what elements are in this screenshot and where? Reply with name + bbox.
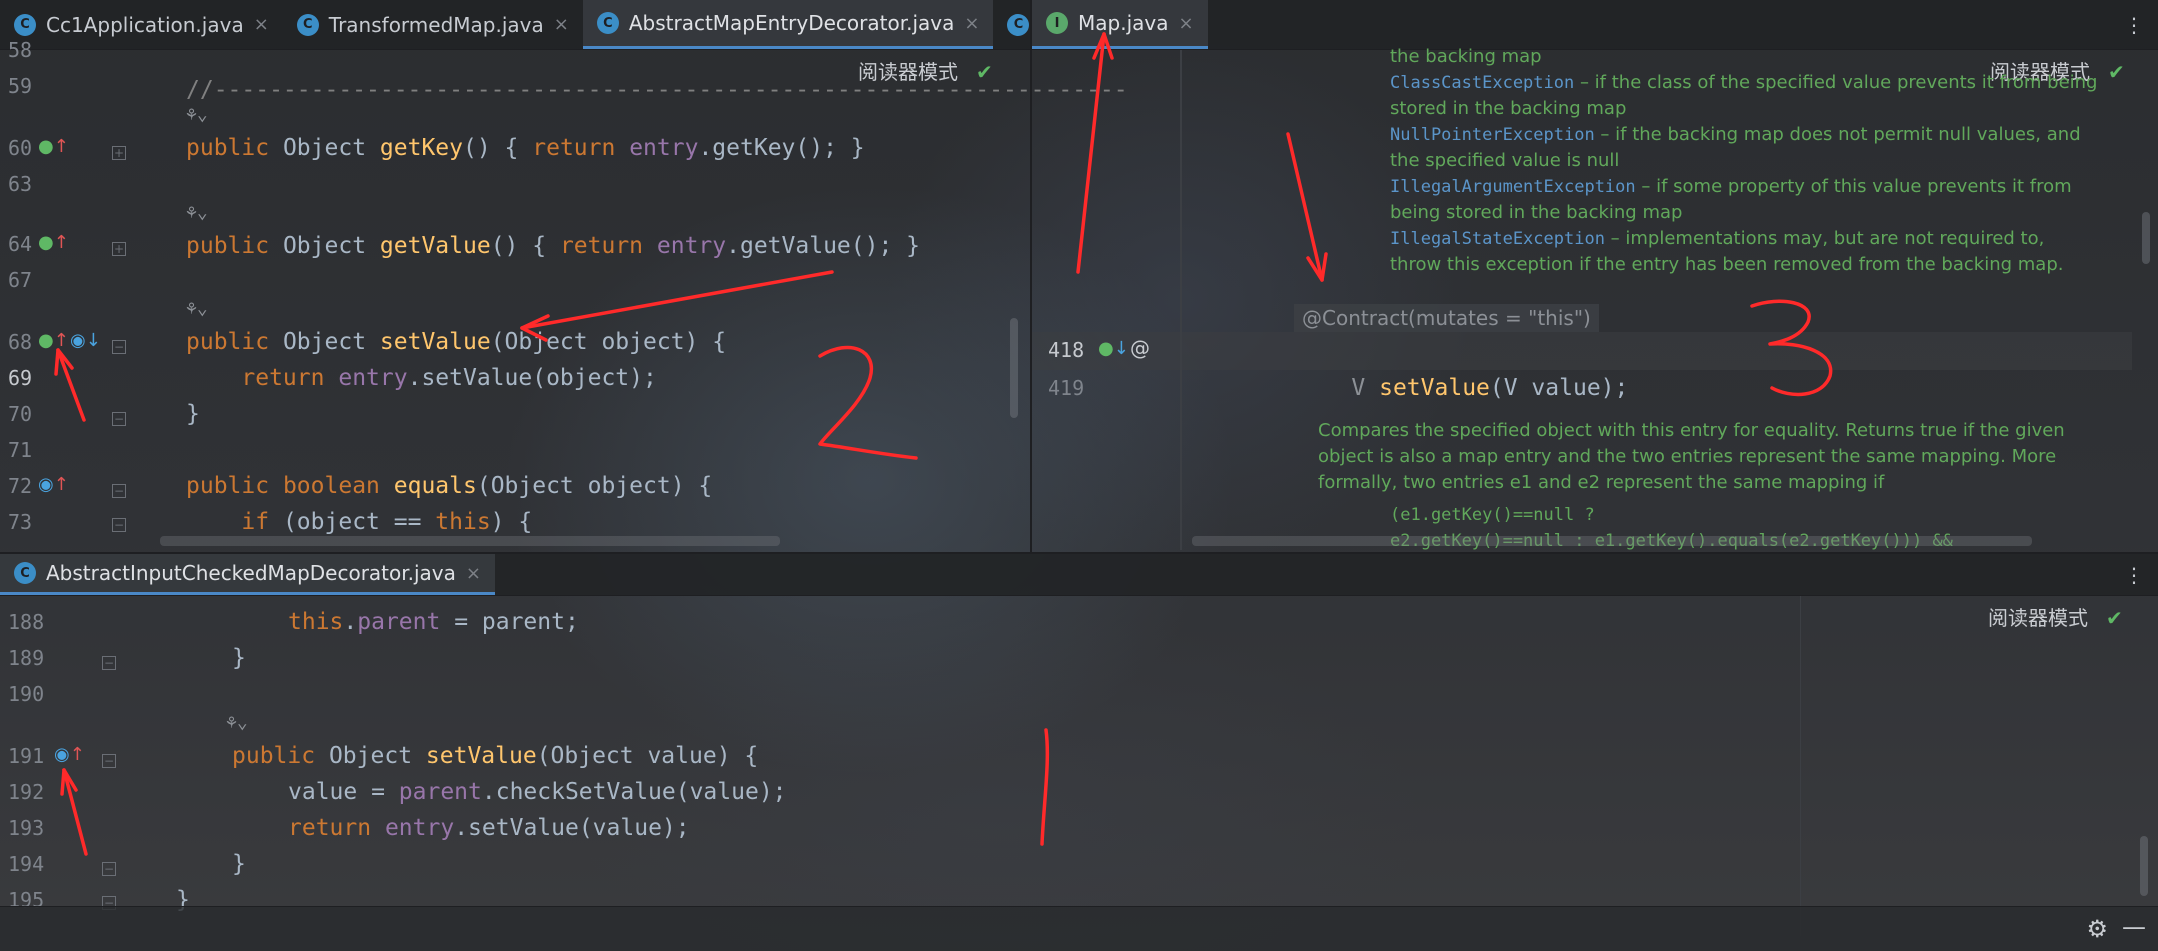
tab-tools: ⋮ bbox=[2124, 0, 2158, 49]
code-line: value = parent.checkSetValue(value); bbox=[288, 779, 787, 805]
inlay-hint-icon[interactable]: ⚘⌄ bbox=[186, 202, 208, 223]
code-line: //--------------------------------------… bbox=[186, 77, 1128, 103]
more-options-icon[interactable]: ⋮ bbox=[2124, 563, 2144, 587]
code-line: if (object == this) { bbox=[241, 509, 533, 535]
editor-pane-top-left: C Cc1Application.java × C TransformedMap… bbox=[0, 0, 1128, 552]
overriding-method-icon[interactable]: ◉↑ bbox=[54, 744, 85, 765]
line-number: 194 bbox=[8, 852, 45, 876]
inlay-hint-icon[interactable]: ⚘⌄ bbox=[186, 298, 208, 319]
reader-mode-label: 阅读器模式 bbox=[1988, 606, 2088, 630]
line-number: 191 bbox=[8, 744, 45, 768]
doc-line: stored in the backing map bbox=[1390, 98, 1627, 119]
editor-tab-bar: I Map.java × ⋮ bbox=[1032, 0, 2158, 50]
line-number: 73 bbox=[8, 510, 33, 534]
doc-line: throw this exception if the entry has be… bbox=[1390, 254, 2064, 275]
implementing-method-icon[interactable]: ●↑ bbox=[38, 232, 69, 253]
line-number: 189 bbox=[8, 646, 45, 670]
minimize-icon[interactable]: — bbox=[2122, 913, 2146, 941]
doc-line: being stored in the backing map bbox=[1390, 202, 1683, 223]
line-number: 419 bbox=[1048, 376, 1085, 400]
implementing-method-icon[interactable]: ●↑ bbox=[38, 136, 69, 157]
right-margin-guide bbox=[1800, 596, 1801, 936]
fold-marker[interactable]: − bbox=[112, 412, 126, 426]
doc-line: NullPointerException – if the backing ma… bbox=[1390, 124, 2081, 145]
code-line: this.parent = parent; bbox=[288, 609, 579, 635]
tab-label: Map.java bbox=[1078, 11, 1169, 35]
fold-marker[interactable]: − bbox=[112, 518, 126, 532]
fold-marker[interactable]: + bbox=[112, 242, 126, 256]
gear-icon[interactable]: ⚙ bbox=[2086, 915, 2108, 943]
inlay-hint-icon[interactable]: ⚘⌄ bbox=[226, 712, 248, 733]
code-line: public Object setValue(Object object) { bbox=[186, 329, 727, 355]
interface-icon: I bbox=[1046, 12, 1068, 34]
line-number: 418 bbox=[1048, 338, 1085, 362]
doc-line: ClassCastException – if the class of the… bbox=[1390, 72, 2098, 93]
javadoc-block: the backing map ClassCastException – if … bbox=[1390, 44, 2130, 278]
fold-marker[interactable]: − bbox=[112, 340, 126, 354]
code-line[interactable]: V setValue(V value); bbox=[1296, 334, 1628, 401]
overriding-method-icon[interactable]: ◉↑ bbox=[38, 474, 69, 495]
javadoc-block: Compares the specified object with this … bbox=[1318, 418, 2108, 554]
doc-line: Compares the specified object with this … bbox=[1318, 420, 2065, 441]
doc-line: the backing map bbox=[1390, 46, 1542, 67]
implemented-method-icon[interactable]: ●↓ bbox=[1098, 338, 1129, 359]
fold-marker[interactable]: − bbox=[102, 656, 116, 670]
doc-line: object is also a map entry and the two e… bbox=[1318, 446, 2057, 467]
line-number: 190 bbox=[8, 682, 45, 706]
doc-line: formally, two entries e1 and e2 represen… bbox=[1318, 472, 1885, 493]
doc-line: the specified value is null bbox=[1390, 150, 1620, 171]
doc-line: IllegalStateException – implementations … bbox=[1390, 228, 2045, 249]
horizontal-scrollbar[interactable] bbox=[1192, 536, 2032, 546]
fold-marker[interactable]: + bbox=[112, 146, 126, 160]
tab-tools: ⋮ bbox=[2124, 554, 2158, 595]
fold-marker[interactable]: − bbox=[112, 484, 126, 498]
line-number: 188 bbox=[8, 610, 45, 634]
line-number: 193 bbox=[8, 816, 45, 840]
editor-pane-top-right: I Map.java × ⋮ 阅读器模式 ✔ the backing map Cl… bbox=[1030, 0, 2158, 552]
code-line: } bbox=[232, 851, 246, 877]
doc-line: IllegalArgumentException – if some prope… bbox=[1390, 176, 2072, 197]
vertical-scrollbar[interactable] bbox=[2142, 212, 2150, 264]
line-number: 70 bbox=[8, 402, 33, 426]
reader-mode-toggle[interactable]: 阅读器模式 ✔ bbox=[1988, 602, 2123, 631]
line-number: 59 bbox=[8, 74, 33, 98]
code-line: public Object getKey() { return entry.ge… bbox=[186, 135, 865, 161]
overridden-method-icon[interactable]: ◉↓ bbox=[70, 330, 101, 351]
fold-marker[interactable]: − bbox=[102, 754, 116, 768]
contract-annotation: @Contract(mutates = "this") bbox=[1294, 304, 1599, 332]
line-number: 63 bbox=[8, 172, 33, 196]
close-icon[interactable]: × bbox=[1178, 13, 1193, 34]
vertical-scrollbar[interactable] bbox=[2140, 836, 2148, 896]
editor-pane-bottom: C AbstractInputCheckedMapDecorator.java … bbox=[0, 552, 2158, 951]
line-number: 67 bbox=[8, 268, 33, 292]
implementing-method-icon[interactable]: ●↑ bbox=[38, 330, 69, 351]
line-number: 69 bbox=[8, 366, 33, 390]
doc-code-line: (e1.getKey()==null ? bbox=[1390, 505, 1595, 525]
code-line: public Object setValue(Object value) { bbox=[232, 743, 759, 769]
doc-divider bbox=[1180, 50, 1182, 550]
class-icon: C bbox=[14, 562, 36, 584]
at-icon[interactable]: @ bbox=[1130, 336, 1150, 360]
check-icon: ✔ bbox=[2106, 606, 2123, 630]
status-bar: ⚙ — bbox=[0, 906, 2158, 951]
line-number: 71 bbox=[8, 438, 33, 462]
code-line: } bbox=[186, 401, 200, 427]
class-icon: C bbox=[14, 13, 36, 36]
tab-map-java[interactable]: I Map.java × bbox=[1032, 0, 1208, 49]
code-line: return entry.setValue(object); bbox=[241, 365, 657, 391]
code-line: return entry.setValue(value); bbox=[288, 815, 690, 841]
vertical-scrollbar[interactable] bbox=[1010, 318, 1018, 418]
code-line: public Object getValue() { return entry.… bbox=[186, 233, 921, 259]
code-area[interactable]: this.parent = parent; } ⚘⌄ public Object… bbox=[176, 554, 1776, 951]
code-line: } bbox=[232, 645, 246, 671]
more-options-icon[interactable]: ⋮ bbox=[2124, 13, 2144, 37]
fold-marker[interactable]: − bbox=[102, 862, 116, 876]
inlay-hint-icon[interactable]: ⚘⌄ bbox=[186, 104, 208, 125]
code-area[interactable]: //--------------------------------------… bbox=[186, 0, 1128, 552]
line-number: 58 bbox=[8, 38, 33, 62]
line-number: 192 bbox=[8, 780, 45, 804]
code-line: public boolean equals(Object object) { bbox=[186, 473, 713, 499]
horizontal-scrollbar[interactable] bbox=[160, 536, 780, 546]
